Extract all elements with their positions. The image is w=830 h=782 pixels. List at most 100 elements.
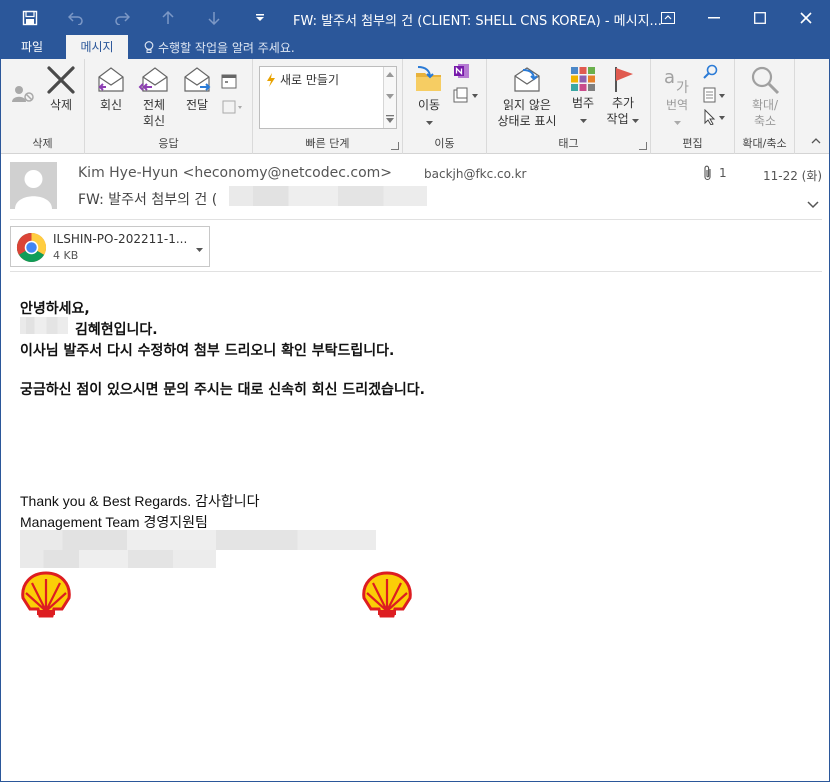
group-label-zoom: 확대/축소 bbox=[742, 137, 787, 150]
select-button[interactable] bbox=[701, 109, 729, 127]
zoom-label-1: 확대/ bbox=[751, 98, 779, 112]
zoom-label-2: 축소 bbox=[753, 114, 777, 128]
categorize-dropdown-icon bbox=[579, 119, 587, 123]
close-icon[interactable] bbox=[783, 1, 829, 35]
meeting-reply-button[interactable] bbox=[219, 73, 239, 91]
more-respond-icon bbox=[222, 100, 242, 114]
undo-icon[interactable] bbox=[53, 1, 99, 35]
quick-steps-launcher[interactable] bbox=[391, 142, 399, 150]
ribbon: 삭제 삭제 회신 전체 회신 전달 응답 빠른 단계 새로 만들기 이동 이동 … bbox=[1, 59, 829, 154]
attachment-chip[interactable]: ILSHIN-PO-202211-1... 4 KB bbox=[10, 226, 210, 267]
avatar bbox=[10, 162, 57, 209]
tell-me-text: 수행할 작업을 알려 주세요. bbox=[158, 41, 295, 55]
group-respond: 회신 전체 회신 전달 응답 bbox=[85, 59, 253, 154]
body-line-1: 이사님 발주서 다시 수정하여 첨부 드리오니 확인 부탁드립니다. bbox=[20, 343, 395, 359]
sender[interactable]: Kim Hye-Hyun <heconomy@netcodec.com> bbox=[78, 165, 392, 181]
tab-message[interactable]: 메시지 bbox=[66, 35, 128, 59]
group-delete: 삭제 삭제 bbox=[1, 59, 85, 154]
down-icon[interactable] bbox=[191, 1, 237, 35]
collapse-ribbon-icon[interactable] bbox=[811, 133, 821, 147]
follow-up-button[interactable]: 추가 작업 bbox=[603, 65, 643, 127]
minimize-icon[interactable] bbox=[691, 1, 737, 35]
maximize-icon[interactable] bbox=[737, 1, 783, 35]
folder-move-icon bbox=[416, 66, 441, 91]
zoom-icon bbox=[751, 66, 780, 95]
reply-button[interactable]: 회신 bbox=[93, 65, 129, 113]
group-editing: a가 번역 편집 bbox=[651, 59, 735, 154]
delete-button[interactable]: 삭제 bbox=[41, 65, 81, 113]
quick-steps-gallery[interactable]: 새로 만들기 bbox=[259, 66, 397, 129]
received-date: 11-22 (화) bbox=[763, 169, 823, 183]
categorize-icon bbox=[571, 67, 595, 91]
mark-unread-label-2: 상태로 표시 bbox=[497, 114, 557, 128]
save-icon[interactable] bbox=[7, 1, 53, 35]
flag-icon bbox=[615, 67, 633, 92]
body-greeting: 안녕하세요, bbox=[20, 301, 90, 317]
scroll-up-icon bbox=[386, 72, 394, 77]
ignore-icon bbox=[12, 86, 34, 102]
translate-dropdown-icon bbox=[673, 121, 681, 125]
find-button[interactable] bbox=[701, 64, 721, 82]
move-button[interactable]: 이동 bbox=[409, 65, 449, 129]
group-zoom: 확대/ 축소 확대/축소 bbox=[735, 59, 795, 154]
tags-launcher[interactable] bbox=[639, 142, 647, 150]
group-tags: 읽지 않은 상태로 표시 범주 추가 작업 태그 bbox=[487, 59, 651, 154]
reply-all-button[interactable]: 전체 회신 bbox=[135, 65, 173, 129]
lightning-icon bbox=[267, 72, 275, 87]
forward-label: 전달 bbox=[185, 98, 209, 112]
header-divider bbox=[10, 219, 822, 220]
subject: FW: 발주서 첨부의 건 ( bbox=[78, 192, 218, 208]
translate-icon: a가 bbox=[664, 67, 689, 95]
onenote-button[interactable] bbox=[453, 63, 471, 81]
group-move: 이동 이동 bbox=[403, 59, 487, 154]
forward-icon bbox=[184, 67, 211, 92]
window-title: FW: 발주서 첨부의 건 (CLIENT: SHELL CNS KOREA) … bbox=[293, 14, 662, 29]
delete-icon bbox=[47, 66, 75, 94]
svg-text:가: 가 bbox=[676, 80, 689, 95]
actions-button[interactable] bbox=[451, 87, 481, 105]
signature-line-2: Management Team 경영지원팀 bbox=[20, 514, 208, 530]
redacted-signature-2 bbox=[20, 550, 216, 568]
redacted-subject bbox=[229, 186, 427, 206]
group-label-quick-steps: 빠른 단계 bbox=[305, 137, 350, 150]
shell-logo-icon bbox=[21, 571, 71, 618]
attachment-count: 1 bbox=[703, 165, 727, 181]
title-bar: FW: 발주서 첨부의 건 (CLIENT: SHELL CNS KOREA) … bbox=[1, 1, 829, 35]
related-button[interactable] bbox=[701, 87, 729, 105]
group-label-tags: 태그 bbox=[558, 137, 579, 150]
categorize-label: 범주 bbox=[571, 96, 595, 110]
find-icon bbox=[703, 64, 718, 79]
zoom-button[interactable]: 확대/ 축소 bbox=[741, 65, 789, 129]
chrome-icon bbox=[16, 232, 47, 263]
signature-line-1: Thank you & Best Regards. 감사합니다 bbox=[20, 493, 260, 509]
customize-icon[interactable] bbox=[237, 1, 283, 35]
expand-header-icon[interactable] bbox=[807, 198, 819, 212]
quick-step-new[interactable]: 새로 만들기 bbox=[266, 71, 339, 88]
mark-unread-button[interactable]: 읽지 않은 상태로 표시 bbox=[491, 65, 563, 129]
attachment-divider bbox=[10, 271, 822, 272]
select-cursor-icon bbox=[704, 109, 725, 125]
group-label-editing: 편집 bbox=[682, 137, 703, 150]
ribbon-display-icon[interactable] bbox=[645, 1, 691, 35]
recipient[interactable]: backjh@fkc.co.kr bbox=[424, 167, 526, 181]
redo-icon[interactable] bbox=[99, 1, 145, 35]
svg-text:a: a bbox=[664, 67, 675, 88]
forward-button[interactable]: 전달 bbox=[179, 65, 215, 113]
reply-all-label-2: 회신 bbox=[142, 114, 166, 128]
calendar-reply-icon bbox=[221, 74, 237, 89]
tell-me-box[interactable]: 수행할 작업을 알려 주세요. bbox=[144, 39, 295, 56]
attachment-count-value: 1 bbox=[719, 166, 727, 180]
gallery-more-icon bbox=[386, 115, 394, 123]
follow-up-dropdown-icon bbox=[632, 119, 640, 123]
quick-steps-scrollbar[interactable] bbox=[383, 67, 396, 128]
tab-file[interactable]: 파일 bbox=[1, 35, 63, 59]
attachment-dropdown-icon[interactable] bbox=[196, 241, 203, 255]
window-controls bbox=[645, 1, 829, 35]
categorize-button[interactable]: 범주 bbox=[565, 65, 601, 127]
ignore-button[interactable] bbox=[7, 83, 37, 105]
redacted-company bbox=[20, 317, 68, 334]
translate-button[interactable]: a가 번역 bbox=[657, 65, 697, 129]
more-respond-button[interactable] bbox=[219, 99, 247, 117]
mark-unread-label-1: 읽지 않은 bbox=[503, 98, 551, 112]
up-icon[interactable] bbox=[145, 1, 191, 35]
